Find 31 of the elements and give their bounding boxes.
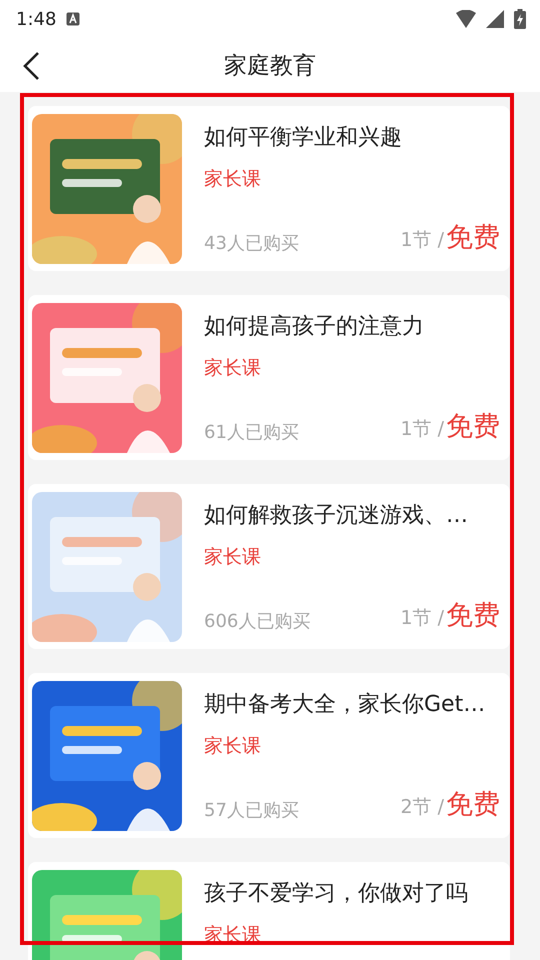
course-title: 如何提高孩子的注意力 — [204, 313, 425, 341]
course-card[interactable]: 期中备考大全，家长你Get… 家长课 57人已购买 2节 /免费 — [28, 673, 510, 838]
keyboard-indicator-icon — [66, 12, 80, 26]
course-price: 免费 — [446, 599, 500, 633]
lesson-count: 2节 / — [400, 795, 444, 820]
lesson-count: 1节 / — [400, 417, 444, 442]
lesson-count: 1节 / — [400, 228, 444, 253]
course-price: 免费 — [446, 221, 500, 255]
course-title: 如何解救孩子沉迷游戏、… — [204, 502, 469, 530]
course-title: 如何平衡学业和兴趣 — [204, 124, 403, 152]
page-title: 家庭教育 — [224, 52, 316, 80]
course-title: 孩子不爱学习，你做对了吗 — [204, 880, 469, 908]
course-price: 免费 — [446, 410, 500, 444]
buyer-count: 57人已购买 — [204, 799, 299, 822]
course-category: 家长课 — [204, 734, 261, 759]
lesson-count: 1节 / — [400, 606, 444, 631]
course-card[interactable]: 如何解救孩子沉迷游戏、… 家长课 606人已购买 1节 /免费 — [28, 484, 510, 649]
course-category: 家长课 — [204, 545, 261, 570]
course-card[interactable]: 如何提高孩子的注意力 家长课 61人已购买 1节 /免费 — [28, 295, 510, 460]
course-category: 家长课 — [204, 167, 261, 192]
wifi-icon — [456, 10, 476, 28]
signal-icon — [486, 10, 504, 28]
course-category: 家长课 — [204, 356, 261, 381]
buyer-count: 43人已购买 — [204, 232, 299, 255]
buyer-count: 61人已购买 — [204, 421, 299, 444]
course-title: 期中备考大全，家长你Get… — [204, 691, 486, 719]
course-card[interactable]: 如何平衡学业和兴趣 家长课 43人已购买 1节 /免费 — [28, 106, 510, 271]
buyer-count: 606人已购买 — [204, 610, 310, 633]
status-time: 1:48 — [16, 8, 56, 30]
course-price: 免费 — [446, 788, 500, 822]
battery-icon — [514, 9, 526, 29]
